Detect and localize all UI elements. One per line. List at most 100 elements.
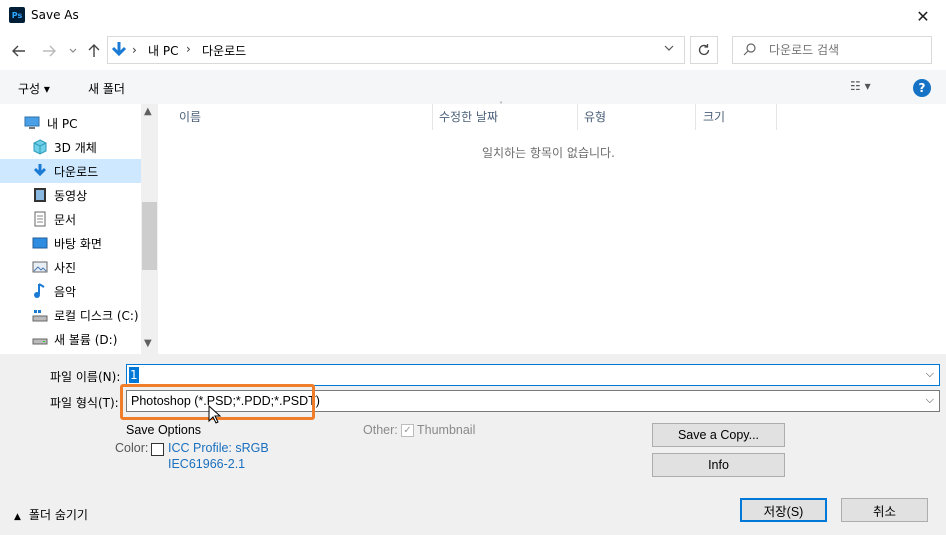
breadcrumb-downloads[interactable]: 다운로드 xyxy=(202,42,246,59)
new-folder-button[interactable]: 새 폴더 xyxy=(88,80,125,97)
hide-folders-label: 폴더 숨기기 xyxy=(28,508,88,522)
arrow-right-icon xyxy=(43,45,56,57)
breadcrumb-separator: › xyxy=(132,43,137,57)
nav-item-local-disk-c[interactable]: 로컬 디스크 (C:) xyxy=(0,303,141,327)
column-header-date-modified[interactable]: 수정한 날짜 xyxy=(439,108,498,125)
file-list[interactable]: 이름 수정한 날짜 ˅ 유형 크기 일치하는 항목이 없습니다. xyxy=(158,101,946,354)
filename-input[interactable]: 1 ⌵ xyxy=(126,364,940,386)
chevron-down-icon xyxy=(664,45,674,51)
nav-scrollbar[interactable]: ▲ ▼ xyxy=(141,104,158,354)
nav-item-desktop[interactable]: 바탕 화면 xyxy=(0,231,141,255)
nav-item-label: 바탕 화면 xyxy=(54,236,102,251)
nav-item-label: 로컬 디스크 (C:) xyxy=(54,308,139,323)
title-bar: Ps Save As ✕ xyxy=(0,0,946,32)
column-divider[interactable] xyxy=(695,104,696,130)
save-a-copy-button[interactable]: Save a Copy... xyxy=(652,423,785,447)
column-divider[interactable] xyxy=(432,104,433,130)
thumbnail-label: Thumbnail xyxy=(417,423,476,437)
save-button[interactable]: 저장(S) xyxy=(740,498,827,522)
recent-locations-button[interactable] xyxy=(64,42,82,60)
other-label: Other: xyxy=(363,423,398,437)
address-row: › 내 PC › 다운로드 xyxy=(0,32,946,70)
search-icon xyxy=(743,43,756,56)
breadcrumb-pc[interactable]: 내 PC xyxy=(148,42,178,59)
nav-item-label: 음악 xyxy=(54,284,77,299)
picture-icon xyxy=(32,261,48,273)
column-divider[interactable] xyxy=(577,104,578,130)
download-icon xyxy=(111,42,127,57)
nav-item-label: 내 PC xyxy=(47,116,78,131)
back-button[interactable] xyxy=(10,42,28,60)
scroll-up-icon[interactable]: ▲ xyxy=(144,106,152,117)
info-button[interactable]: Info xyxy=(652,453,785,477)
up-button[interactable] xyxy=(85,42,103,60)
icc-profile-checkbox[interactable] xyxy=(151,443,164,456)
filename-value: 1 xyxy=(129,367,139,383)
view-options-button[interactable]: ☷ ▾ xyxy=(850,79,871,93)
empty-folder-message: 일치하는 항목이 없습니다. xyxy=(482,146,615,160)
nav-item-downloads[interactable]: 다운로드 xyxy=(0,159,141,183)
window-title: Save As xyxy=(31,8,79,22)
column-header-name[interactable]: 이름 xyxy=(179,108,201,125)
forward-button[interactable] xyxy=(40,42,58,60)
sort-indicator-icon: ˅ xyxy=(499,101,503,110)
film-icon xyxy=(34,188,46,202)
filename-label: 파일 이름(N): xyxy=(50,370,121,384)
column-divider[interactable] xyxy=(776,104,777,130)
search-input[interactable] xyxy=(769,43,919,57)
cube-icon xyxy=(33,139,47,155)
nav-item-label: 문서 xyxy=(54,212,77,227)
computer-icon xyxy=(24,116,40,129)
address-bar[interactable]: › xyxy=(107,36,685,64)
navigation-pane: 내 PC 3D 개체 다운로드 동영상 문서 바탕 화면 사진 음악 로컬 디스… xyxy=(0,104,158,354)
arrow-left-icon xyxy=(12,45,25,57)
command-toolbar: 구성 ▾ 새 폴더 ☷ ▾ ? xyxy=(0,70,946,104)
nav-item-label: 동영상 xyxy=(54,188,88,203)
document-icon xyxy=(34,211,46,227)
address-dropdown-button[interactable] xyxy=(663,42,675,57)
music-icon xyxy=(34,283,45,298)
help-button[interactable]: ? xyxy=(913,79,931,97)
nav-item-documents[interactable]: 문서 xyxy=(0,207,141,231)
filetype-label: 파일 형식(T): xyxy=(50,396,119,410)
nav-item-this-pc[interactable]: 내 PC xyxy=(0,111,141,135)
refresh-icon xyxy=(698,44,710,56)
icc-profile-label-line2[interactable]: IEC61966-2.1 xyxy=(168,457,245,471)
nav-item-music[interactable]: 음악 xyxy=(0,279,141,303)
cancel-button[interactable]: 취소 xyxy=(841,498,928,522)
search-box[interactable] xyxy=(732,36,932,64)
nav-item-label: 3D 개체 xyxy=(54,140,97,155)
breadcrumb-separator: › xyxy=(186,42,191,56)
save-options-label: Save Options xyxy=(126,423,202,437)
drive-icon xyxy=(32,310,48,322)
thumbnail-checkbox[interactable]: ✓ xyxy=(401,424,414,437)
nav-item-pictures[interactable]: 사진 xyxy=(0,255,141,279)
chevron-up-icon: ▲ xyxy=(14,512,21,522)
organize-button[interactable]: 구성 ▾ xyxy=(18,80,50,97)
nav-item-volume-d[interactable]: 새 볼륨 (D:) xyxy=(0,327,141,351)
download-icon xyxy=(33,164,47,177)
nav-item-videos[interactable]: 동영상 xyxy=(0,183,141,207)
column-header-type[interactable]: 유형 xyxy=(584,108,606,125)
chevron-down-icon[interactable]: ⌵ xyxy=(926,393,934,407)
scroll-down-icon[interactable]: ▼ xyxy=(144,338,152,349)
hide-folders-button[interactable]: ▲ 폴더 숨기기 xyxy=(14,506,88,523)
nav-item-3d-objects[interactable]: 3D 개체 xyxy=(0,135,141,159)
chevron-down-icon xyxy=(69,48,77,53)
refresh-button[interactable] xyxy=(690,36,718,64)
icc-profile-label[interactable]: ICC Profile: sRGB xyxy=(168,441,269,455)
photoshop-app-icon: Ps xyxy=(9,7,25,23)
nav-item-label: 다운로드 xyxy=(54,164,99,179)
chevron-down-icon[interactable]: ⌵ xyxy=(926,367,934,381)
arrow-up-icon xyxy=(88,44,100,57)
close-icon: ✕ xyxy=(916,6,930,26)
drive-icon xyxy=(32,338,48,345)
column-header-size[interactable]: 크기 xyxy=(703,108,725,125)
close-button[interactable]: ✕ xyxy=(900,0,946,32)
mouse-cursor-icon xyxy=(208,405,222,424)
nav-item-label: 사진 xyxy=(54,260,77,275)
desktop-icon xyxy=(32,237,48,249)
scrollbar-thumb[interactable] xyxy=(142,202,157,270)
color-label: Color: xyxy=(115,441,149,455)
nav-item-label: 새 볼륨 (D:) xyxy=(54,332,118,347)
